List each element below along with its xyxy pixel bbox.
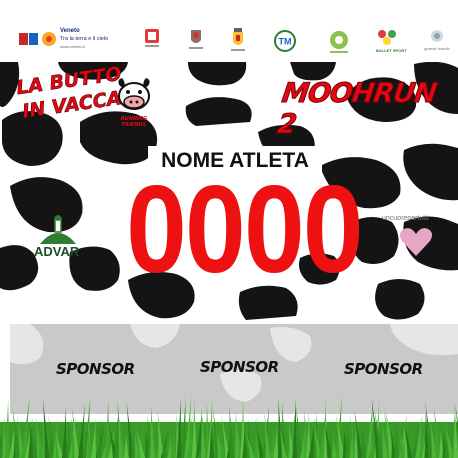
- green-circle-logo: [328, 30, 350, 57]
- advar-label: ADVAR: [34, 244, 80, 259]
- ballet-sport-logo: BALLET SPORT: [376, 28, 407, 53]
- event-title: MOOHRUN 2: [275, 78, 439, 141]
- uncuore-label: uncuorepertutti: [382, 215, 429, 222]
- advar-logo-icon: [40, 215, 76, 244]
- sponsor-slot-2: SPONSOR: [200, 358, 279, 376]
- sponsor-slot-1: SPONSOR: [56, 360, 135, 378]
- tm-text: TM: [279, 37, 292, 47]
- veneto-tagline: Tra la terra e il cielo: [60, 36, 109, 42]
- tm-logo: TM: [272, 30, 298, 53]
- ballet-sport-text: BALLET SPORT: [376, 48, 407, 53]
- bib-number: 0000: [126, 161, 363, 299]
- municipality-crest-1: [188, 28, 204, 53]
- event-left-subtitle: RUNNING FRIENDS: [120, 116, 148, 128]
- cow-head-icon: [118, 78, 150, 110]
- event-logo-left: LA BUTTO IN VACCA RUNNING FRIENDS: [15, 62, 150, 136]
- veneto-logo: Veneto Tra la terra e il cielo www.venet…: [18, 28, 114, 50]
- race-bib: Veneto Tra la terra e il cielo www.venet…: [0, 0, 458, 458]
- veneto-title: Veneto: [60, 28, 80, 34]
- veneto-url: www.veneto.it: [60, 44, 85, 49]
- municipality-crest-2: [230, 28, 246, 55]
- sponsor-slot-3: SPONSOR: [344, 360, 423, 378]
- grass-footer: [0, 394, 458, 458]
- logo-strip: Veneto Tra la terra e il cielo www.venet…: [0, 0, 458, 62]
- right-corner-text: grande fratello: [424, 46, 450, 51]
- municipality-logo-1: [144, 28, 160, 51]
- heart-icon: [399, 228, 433, 256]
- right-corner-logo: grande fratello: [424, 28, 450, 51]
